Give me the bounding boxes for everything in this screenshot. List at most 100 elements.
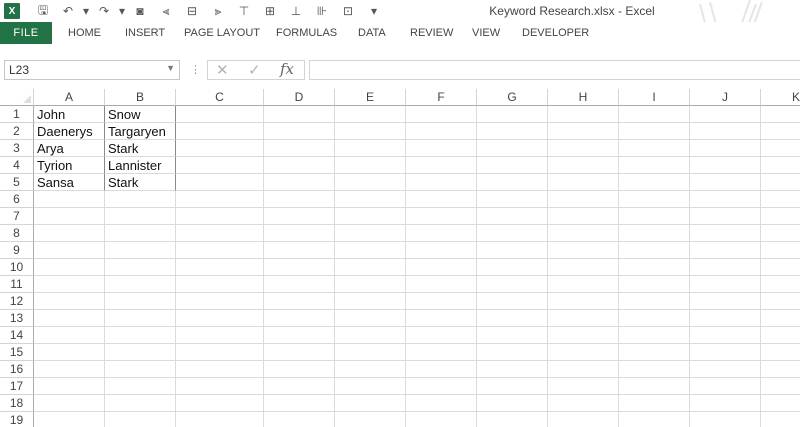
cell-g11[interactable]	[477, 276, 548, 293]
cell-d9[interactable]	[264, 242, 335, 259]
cell-k7[interactable]	[761, 208, 800, 225]
cell-i2[interactable]	[619, 123, 690, 140]
cell-j10[interactable]	[690, 259, 761, 276]
cell-d6[interactable]	[264, 191, 335, 208]
group-icon[interactable]: ⊡	[340, 3, 356, 19]
cell-d11[interactable]	[264, 276, 335, 293]
cell-i13[interactable]	[619, 310, 690, 327]
cell-a9[interactable]	[34, 242, 105, 259]
cell-g19[interactable]	[477, 412, 548, 427]
row-header-14[interactable]: 14	[0, 327, 34, 344]
cell-d12[interactable]	[264, 293, 335, 310]
tab-view[interactable]: VIEW	[472, 27, 500, 39]
column-header-g[interactable]: G	[477, 89, 548, 106]
cell-a1[interactable]: John	[34, 106, 105, 123]
cell-j1[interactable]	[690, 106, 761, 123]
cell-k9[interactable]	[761, 242, 800, 259]
align-top-icon[interactable]: ⊤	[236, 3, 252, 19]
row-header-12[interactable]: 12	[0, 293, 34, 310]
cell-a15[interactable]	[34, 344, 105, 361]
cell-g14[interactable]	[477, 327, 548, 344]
row-header-8[interactable]: 8	[0, 225, 34, 242]
cell-c1[interactable]	[176, 106, 264, 123]
cell-g13[interactable]	[477, 310, 548, 327]
save-icon[interactable]: 🖫	[35, 3, 51, 19]
cell-i6[interactable]	[619, 191, 690, 208]
cell-c4[interactable]	[176, 157, 264, 174]
enter-icon[interactable]: ✓	[248, 61, 261, 79]
cell-g7[interactable]	[477, 208, 548, 225]
cell-j17[interactable]	[690, 378, 761, 395]
cell-c8[interactable]	[176, 225, 264, 242]
cell-e1[interactable]	[335, 106, 406, 123]
cell-h3[interactable]	[548, 140, 619, 157]
column-header-d[interactable]: D	[264, 89, 335, 106]
cell-h13[interactable]	[548, 310, 619, 327]
cell-a2[interactable]: Daenerys	[34, 123, 105, 140]
cell-b7[interactable]	[105, 208, 176, 225]
cell-i8[interactable]	[619, 225, 690, 242]
cell-e9[interactable]	[335, 242, 406, 259]
cell-d17[interactable]	[264, 378, 335, 395]
camera-icon[interactable]: ◙	[132, 3, 148, 19]
cell-f16[interactable]	[406, 361, 477, 378]
row-header-11[interactable]: 11	[0, 276, 34, 293]
cell-c10[interactable]	[176, 259, 264, 276]
row-header-9[interactable]: 9	[0, 242, 34, 259]
cell-f13[interactable]	[406, 310, 477, 327]
cell-f12[interactable]	[406, 293, 477, 310]
cell-k5[interactable]	[761, 174, 800, 191]
cell-c16[interactable]	[176, 361, 264, 378]
cell-c15[interactable]	[176, 344, 264, 361]
cell-k13[interactable]	[761, 310, 800, 327]
row-header-17[interactable]: 17	[0, 378, 34, 395]
row-header-3[interactable]: 3	[0, 140, 34, 157]
cell-g2[interactable]	[477, 123, 548, 140]
cell-i17[interactable]	[619, 378, 690, 395]
cell-k4[interactable]	[761, 157, 800, 174]
column-header-h[interactable]: H	[548, 89, 619, 106]
align-right-icon[interactable]: ⫸	[210, 3, 226, 19]
cell-k8[interactable]	[761, 225, 800, 242]
cell-i4[interactable]	[619, 157, 690, 174]
cell-a13[interactable]	[34, 310, 105, 327]
cell-k18[interactable]	[761, 395, 800, 412]
column-header-b[interactable]: B	[105, 89, 176, 106]
cell-i5[interactable]	[619, 174, 690, 191]
column-header-k[interactable]: K	[761, 89, 800, 106]
cell-c18[interactable]	[176, 395, 264, 412]
cell-b17[interactable]	[105, 378, 176, 395]
cell-h15[interactable]	[548, 344, 619, 361]
cell-c5[interactable]	[176, 174, 264, 191]
cell-i7[interactable]	[619, 208, 690, 225]
cell-k12[interactable]	[761, 293, 800, 310]
cell-b11[interactable]	[105, 276, 176, 293]
cancel-icon[interactable]: ✕	[216, 61, 229, 79]
cell-b8[interactable]	[105, 225, 176, 242]
cell-e2[interactable]	[335, 123, 406, 140]
cell-f19[interactable]	[406, 412, 477, 427]
redo-icon[interactable]: ↷	[96, 3, 112, 19]
cell-a5[interactable]: Sansa	[34, 174, 105, 191]
cell-h1[interactable]	[548, 106, 619, 123]
cell-f15[interactable]	[406, 344, 477, 361]
cell-d2[interactable]	[264, 123, 335, 140]
cell-i16[interactable]	[619, 361, 690, 378]
cell-c17[interactable]	[176, 378, 264, 395]
cell-h2[interactable]	[548, 123, 619, 140]
distribute-icon[interactable]: ⊪	[314, 3, 330, 19]
tab-data[interactable]: DATA	[358, 27, 386, 39]
cell-b12[interactable]	[105, 293, 176, 310]
row-header-6[interactable]: 6	[0, 191, 34, 208]
cell-d14[interactable]	[264, 327, 335, 344]
cell-f3[interactable]	[406, 140, 477, 157]
cell-f1[interactable]	[406, 106, 477, 123]
cell-e16[interactable]	[335, 361, 406, 378]
cell-j16[interactable]	[690, 361, 761, 378]
cell-e4[interactable]	[335, 157, 406, 174]
cell-k10[interactable]	[761, 259, 800, 276]
cell-b15[interactable]	[105, 344, 176, 361]
tab-home[interactable]: HOME	[68, 27, 101, 39]
cell-e12[interactable]	[335, 293, 406, 310]
cell-b1[interactable]: Snow	[105, 106, 176, 123]
